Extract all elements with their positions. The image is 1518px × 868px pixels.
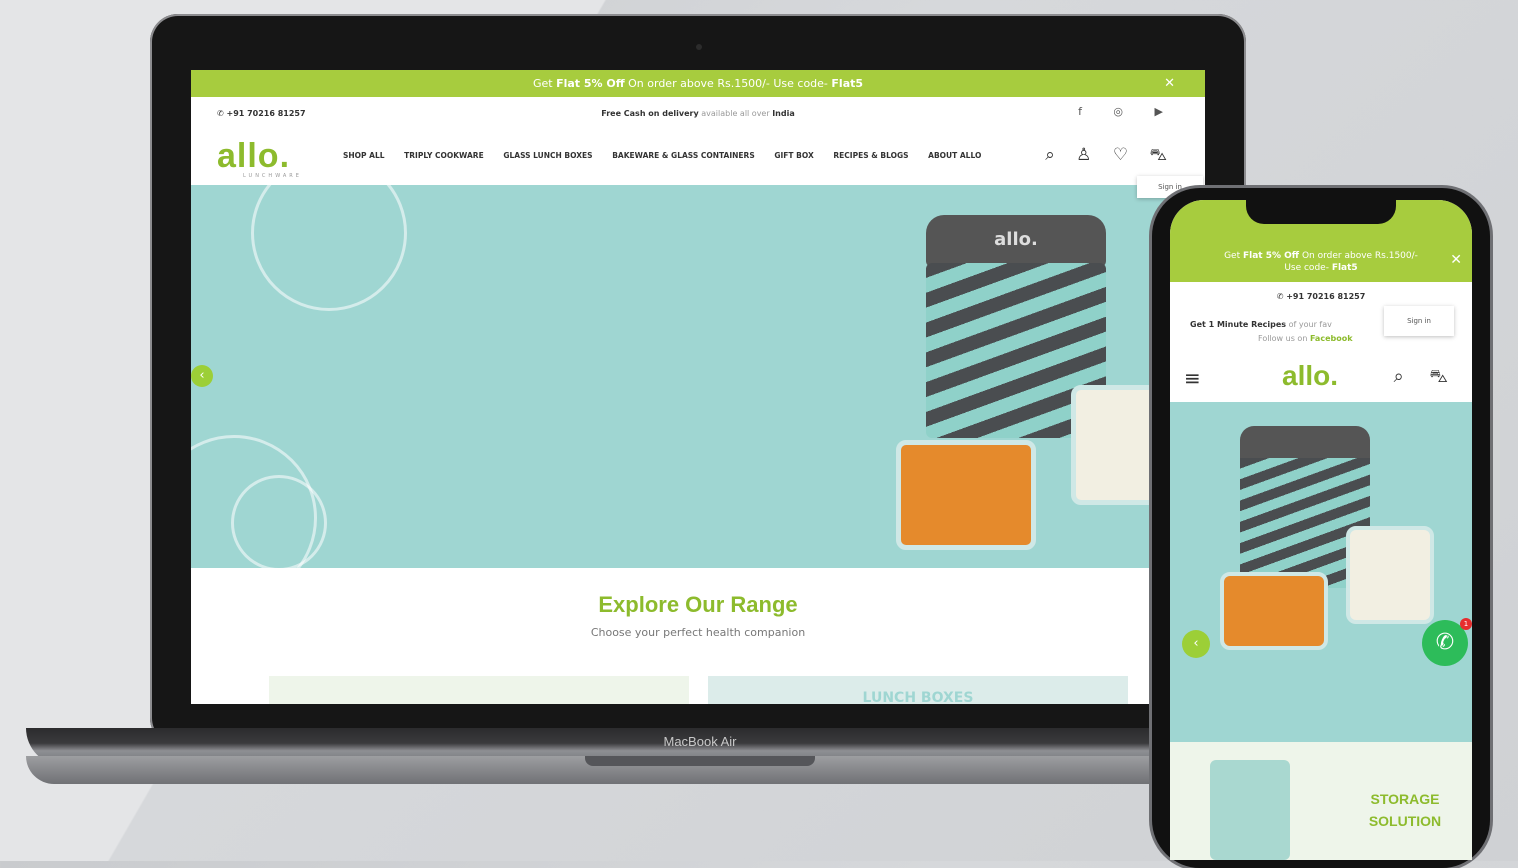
phone-number[interactable]: ✆ +91 70216 81257 [1170, 292, 1472, 301]
delivery-notice: Free Cash on delivery available all over… [191, 109, 1205, 118]
storage-label: STORAGE SOLUTION [1350, 788, 1460, 832]
nav-glass-lunch-boxes[interactable]: GLASS LUNCH BOXES [503, 151, 592, 160]
phone-navbar: ≡ allo. ⌕ ⛍ [1170, 356, 1472, 402]
category-card-lunch-boxes[interactable]: LUNCH BOXES [708, 676, 1128, 704]
slider-prev-button[interactable]: ‹ [191, 365, 213, 387]
facebook-link[interactable]: Facebook [1310, 334, 1353, 343]
whatsapp-badge: 1 [1460, 618, 1472, 630]
nav-about-allo[interactable]: ABOUT ALLO [928, 151, 981, 160]
logo[interactable]: allo. [1282, 360, 1338, 392]
phone-screen: Get Flat 5% Off On order above Rs.1500/-… [1170, 200, 1472, 860]
promo-close-icon[interactable]: ✕ [1164, 70, 1175, 97]
delivery-region: India [772, 109, 795, 118]
promo-discount: Flat 5% Off [1242, 251, 1300, 261]
recipes-bold: Get 1 Minute Recipes [1190, 320, 1287, 329]
slider-prev-button[interactable]: ‹ [1182, 630, 1210, 658]
laptop-screen: Get Flat 5% Off On order above Rs.1500/-… [191, 70, 1205, 704]
storage-category-card[interactable]: STORAGE SOLUTION [1170, 742, 1472, 860]
delivery-light: available all over [698, 109, 773, 118]
promo-text: Get [1224, 251, 1243, 261]
delivery-bold: Free Cash on delivery [601, 109, 699, 118]
laptop-groove [585, 756, 815, 766]
storage-line2: SOLUTION [1368, 813, 1442, 829]
storage-line1: STORAGE [1370, 791, 1440, 807]
storage-image [1210, 760, 1290, 860]
social-icons[interactable]: f ◎ ▶ [1078, 105, 1177, 118]
promo-code: Flat5 [1331, 263, 1358, 273]
phone-hero-banner: ‹ [1170, 402, 1472, 742]
explore-subtitle: Choose your perfect health companion [590, 626, 806, 639]
explore-title: Explore Our Range [598, 592, 798, 617]
food-box-curry [1220, 572, 1328, 650]
top-info-bar: ✆ +91 70216 81257 Free Cash on delivery … [191, 97, 1205, 129]
bag-lid [1240, 426, 1370, 462]
main-navbar: allo. LUNCHWARE SHOP ALL TRIPLY COOKWARE… [191, 129, 1205, 185]
category-cards: LUNCH BOXES [191, 676, 1205, 704]
phone-promo-banner: Get Flat 5% Off On order above Rs.1500/-… [1170, 244, 1472, 282]
nav-shop-all[interactable]: SHOP ALL [343, 151, 385, 160]
promo-text: Get [532, 77, 557, 90]
promo-banner: Get Flat 5% Off On order above Rs.1500/-… [191, 70, 1205, 97]
phone-notch [1246, 196, 1396, 224]
promo-discount: Flat 5% Off [556, 77, 625, 90]
recipes-notice: Get 1 Minute Recipes of your fav [1190, 320, 1332, 329]
menu-icon[interactable]: ≡ [1184, 366, 1201, 390]
promo-code: Flat5 [831, 77, 864, 90]
explore-section: Explore Our Range Choose your perfect he… [191, 570, 1205, 639]
promo-text: On order above Rs.1500/- [1299, 251, 1418, 261]
nav-gift-box[interactable]: GIFT BOX [774, 151, 813, 160]
logo[interactable]: allo. [217, 137, 290, 176]
nav-bakeware[interactable]: BAKEWARE & GLASS CONTAINERS [612, 151, 755, 160]
bag-lid: allo. [926, 215, 1106, 267]
nav-icons[interactable]: ⌕ ♙ ♡ ⛍ [1045, 145, 1175, 167]
nav-triply-cookware[interactable]: TRIPLY COOKWARE [404, 151, 484, 160]
search-cart-icons[interactable]: ⌕ ⛍ [1394, 366, 1458, 390]
recipes-light: of your fav [1286, 320, 1332, 329]
nav-recipes-blogs[interactable]: RECIPES & BLOGS [833, 151, 908, 160]
follow-notice: Follow us on Facebook [1258, 334, 1353, 343]
logo-subtitle: LUNCHWARE [243, 173, 302, 179]
hero-banner: ‹ allo. [191, 185, 1205, 568]
food-box-curry [896, 440, 1036, 550]
doodle-plate [231, 475, 327, 568]
laptop-lid: Get Flat 5% Off On order above Rs.1500/-… [150, 14, 1246, 746]
doodle-plate [251, 185, 407, 311]
promo-text: Use code- [1284, 263, 1332, 273]
promo-close-icon[interactable]: ✕ [1450, 253, 1462, 267]
food-box-rice [1346, 526, 1434, 624]
camera-dot [696, 44, 702, 50]
follow-text: Follow us on [1258, 334, 1310, 343]
device-label: MacBook Air [663, 734, 737, 749]
promo-text: On order above Rs.1500/- Use code- [624, 77, 832, 90]
nav-links: SHOP ALL TRIPLY COOKWARE GLASS LUNCH BOX… [343, 151, 998, 160]
category-card[interactable] [269, 676, 689, 704]
signin-tooltip[interactable]: Sign in [1384, 306, 1454, 336]
